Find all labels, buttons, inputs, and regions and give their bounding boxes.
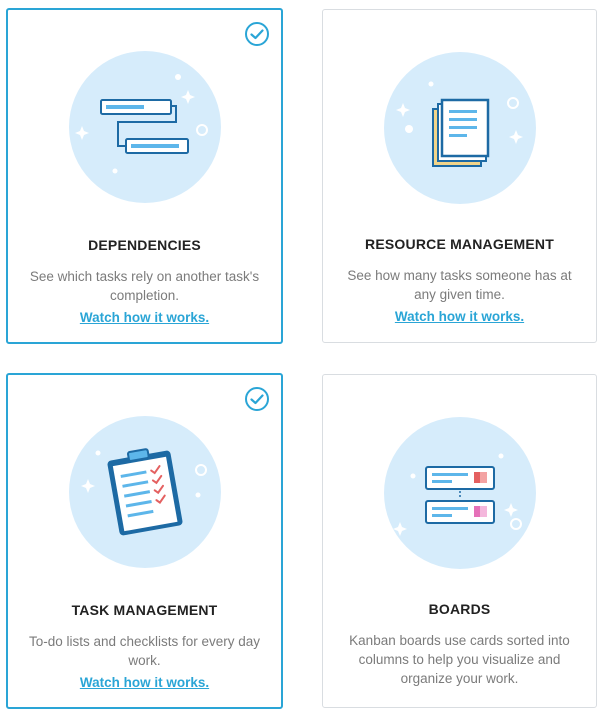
card-title: TASK MANAGEMENT <box>71 602 218 618</box>
watch-how-it-works-link[interactable]: Watch how it works. <box>323 309 596 324</box>
card-title: BOARDS <box>428 601 491 617</box>
card-description: To-do lists and checklists for every day… <box>28 634 261 668</box>
resource-management-icon <box>383 52 536 204</box>
watch-how-it-works-link[interactable]: Watch how it works. <box>8 310 281 325</box>
checkmark-circle-icon <box>245 22 269 46</box>
task-management-icon <box>68 416 221 568</box>
card-title: RESOURCE MANAGEMENT <box>365 236 554 252</box>
watch-how-it-works-link[interactable]: Watch how it works. <box>8 675 281 690</box>
feature-card-boards[interactable]: BOARDS Kanban boards use cards sorted in… <box>322 374 597 708</box>
card-description: See which tasks rely on another task's c… <box>29 269 260 303</box>
feature-card-dependencies[interactable]: DEPENDENCIES See which tasks rely on ano… <box>6 8 283 344</box>
card-title: DEPENDENCIES <box>88 237 201 253</box>
checkmark-circle-icon <box>245 387 269 411</box>
feature-card-task-management[interactable]: TASK MANAGEMENT To-do lists and checklis… <box>6 373 283 709</box>
card-description: Kanban boards use cards sorted into colu… <box>349 633 570 686</box>
dependencies-icon <box>68 51 221 203</box>
boards-icon <box>383 417 536 569</box>
feature-card-resource-management[interactable]: RESOURCE MANAGEMENT See how many tasks s… <box>322 9 597 343</box>
card-description: See how many tasks someone has at any gi… <box>347 268 572 302</box>
